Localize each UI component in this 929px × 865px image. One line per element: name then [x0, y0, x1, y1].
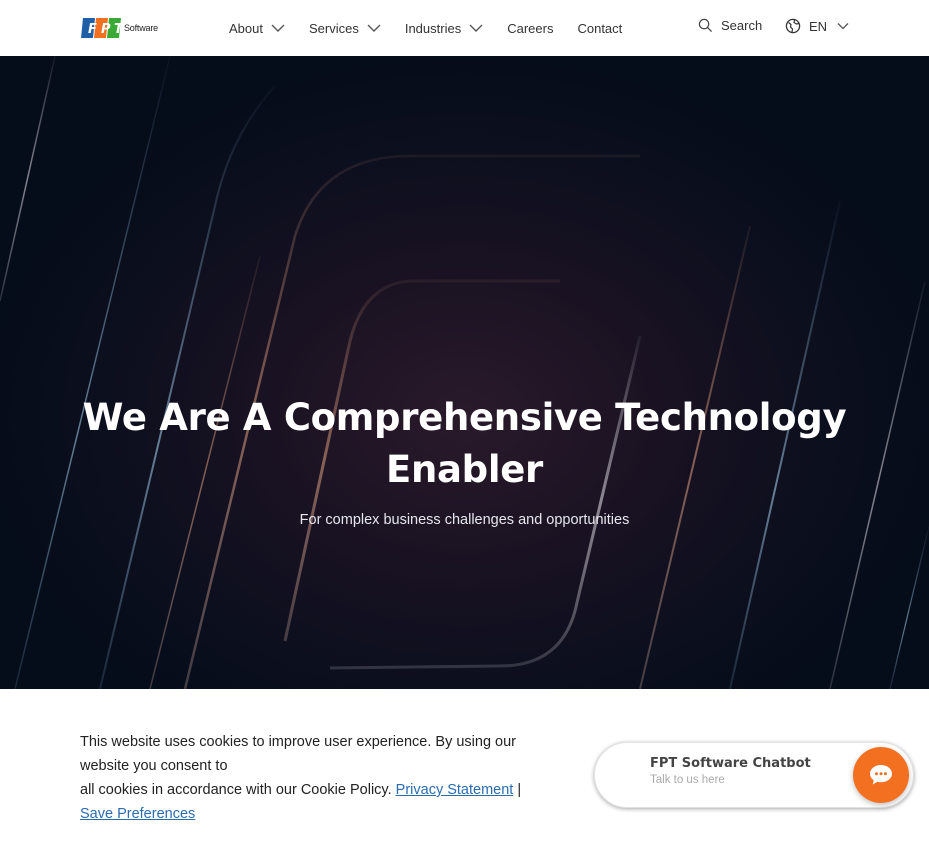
nav-industries-label: Industries	[404, 20, 462, 36]
fpt-logo-icon: F P T	[81, 18, 122, 38]
save-preferences-link[interactable]: Save Preferences	[80, 806, 195, 822]
cookie-text-line2-wrap: all cookies in accordance with our Cooki…	[80, 778, 560, 802]
chevron-down-icon	[837, 23, 849, 30]
fpt-software-logo[interactable]: F P T Software	[80, 14, 168, 42]
search-label: Search	[721, 18, 763, 33]
open-chat-button[interactable]	[853, 747, 909, 803]
search-icon	[698, 18, 713, 33]
chevron-down-icon	[367, 24, 381, 32]
hero-subtitle: For complex business challenges and oppo…	[299, 512, 630, 528]
cookie-text-line2: all cookies in accordance with our Cooki…	[80, 782, 392, 798]
hero-background-lines	[0, 56, 929, 689]
cookie-banner: This website uses cookies to improve use…	[80, 730, 560, 826]
nav-careers-label: Careers	[507, 20, 554, 36]
nav-contact[interactable]: Contact	[577, 21, 622, 36]
hero-title: We Are A Comprehensive Technology Enable…	[60, 392, 869, 496]
nav-about-label: About	[229, 20, 263, 36]
nav-services[interactable]: Services	[309, 21, 381, 36]
privacy-statement-link[interactable]: Privacy Statement	[396, 782, 514, 798]
nav-contact-label: Contact	[577, 20, 623, 36]
link-separator: |	[517, 782, 522, 798]
search-button[interactable]: Search	[698, 18, 762, 33]
chevron-down-icon	[469, 24, 483, 32]
svg-text:P: P	[101, 22, 111, 37]
chatbot-title: FPT Software Chatbot	[650, 756, 811, 771]
nav-industries[interactable]: Industries	[405, 21, 483, 36]
chevron-down-icon	[271, 24, 285, 32]
hero-title-line1: We Are A Comprehensive Technology	[82, 396, 847, 439]
globe-icon	[785, 18, 801, 34]
logo-text: Software	[124, 23, 158, 33]
hero-section: We Are A Comprehensive Technology Enable…	[0, 56, 929, 689]
nav-services-label: Services	[308, 20, 359, 36]
nav-careers[interactable]: Careers	[507, 21, 553, 36]
hero-title-line2: Enabler	[386, 448, 543, 491]
nav-about[interactable]: About	[229, 21, 285, 36]
svg-text:T: T	[114, 22, 122, 37]
language-label: EN	[809, 18, 828, 34]
site-header: F P T Software About Services Industries…	[0, 0, 929, 56]
cookie-text-line1: This website uses cookies to improve use…	[80, 734, 517, 774]
main-nav: About Services Industries Careers Contac…	[229, 0, 646, 56]
svg-text:F: F	[88, 22, 97, 37]
chatbot-subtitle: Talk to us here	[650, 774, 725, 786]
language-selector[interactable]: EN	[785, 18, 849, 34]
chat-bubble-icon	[870, 765, 892, 785]
